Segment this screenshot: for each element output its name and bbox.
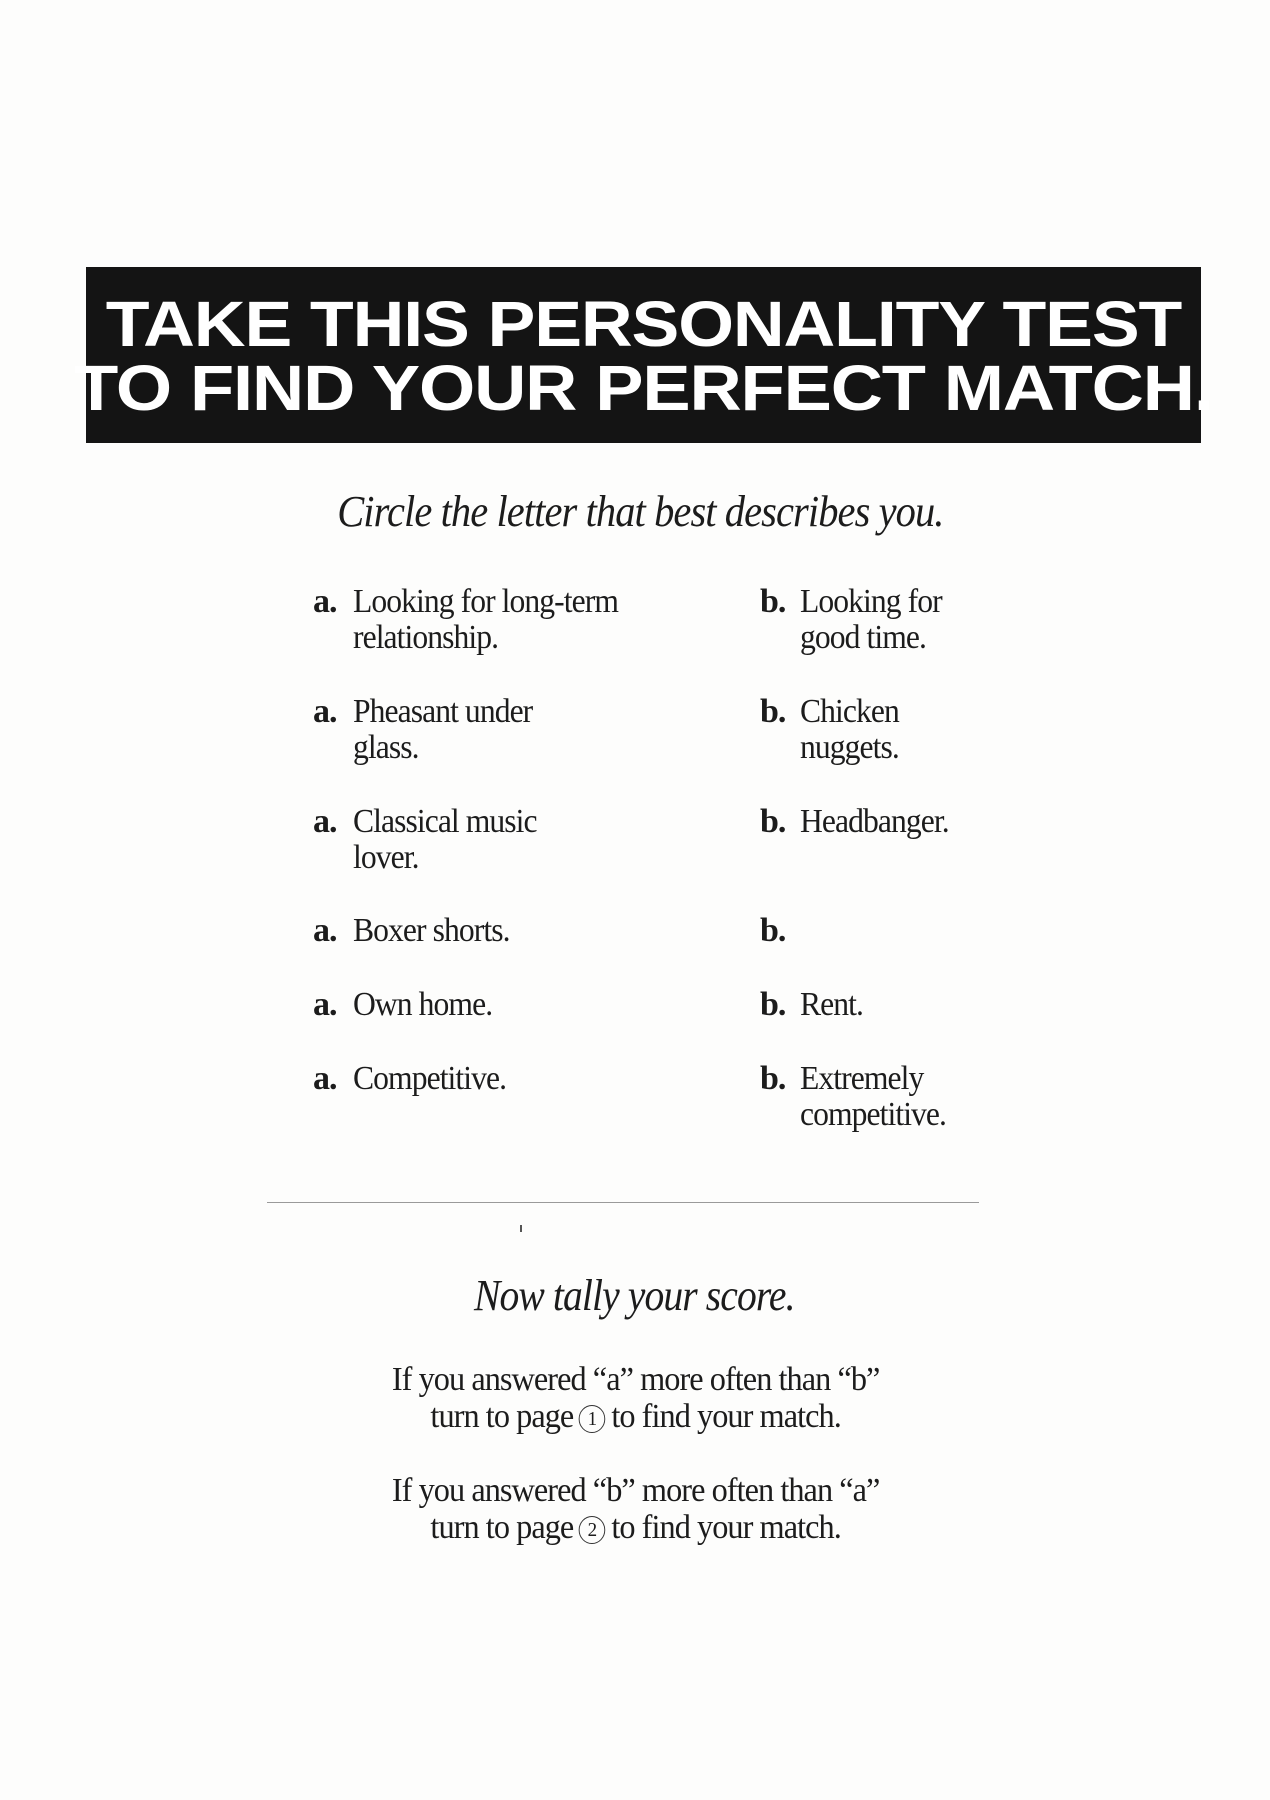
- option-text: Classical music lover.: [353, 803, 538, 876]
- result-b-line-2: turn to page 2 to find your match.: [32, 1509, 1239, 1546]
- result-a-condition: If you answered “a” more often than “b”: [391, 1361, 881, 1398]
- option-text: Headbanger.: [800, 803, 950, 840]
- result-a-prefix: turn to page: [430, 1398, 574, 1435]
- option-letter: b.: [760, 803, 786, 840]
- result-a-line-2: turn to page 1 to find your match.: [32, 1398, 1239, 1435]
- tally-heading: Now tally your score.: [473, 1271, 796, 1320]
- option-text: Competitive.: [353, 1060, 507, 1097]
- result-b-condition: If you answered “b” more often than “a”: [391, 1472, 881, 1509]
- result-b-prefix: turn to page: [430, 1509, 574, 1546]
- option-text: Boxer shorts.: [353, 912, 510, 949]
- divider-mark: [520, 1225, 522, 1232]
- option-letter: a.: [313, 986, 337, 1023]
- option-text: Pheasant under glass.: [353, 693, 533, 766]
- option-letter: b.: [760, 986, 786, 1023]
- option-text: Chicken nuggets.: [800, 693, 900, 766]
- option-text: Rent.: [800, 986, 864, 1023]
- option-letter: b.: [760, 583, 786, 620]
- section-divider: [267, 1202, 979, 1203]
- option-text: Own home.: [353, 986, 493, 1023]
- option-letter: a.: [313, 583, 337, 620]
- option-letter: a.: [313, 912, 337, 949]
- option-text: Extremely competitive.: [800, 1060, 947, 1133]
- option-text: Looking for good time.: [800, 583, 943, 656]
- result-b-line-1: If you answered “b” more often than “a”: [32, 1472, 1239, 1509]
- option-letter: a.: [313, 803, 337, 840]
- result-b-suffix: to find your match.: [611, 1509, 841, 1546]
- option-letter: b.: [760, 693, 786, 730]
- option-text: Looking for long-term relationship.: [353, 583, 619, 656]
- result-a-suffix: to find your match.: [611, 1398, 841, 1435]
- page-1-circle: 1: [579, 1405, 606, 1433]
- page-2-circle: 2: [579, 1516, 606, 1544]
- option-letter: b.: [760, 912, 786, 949]
- result-a-line-1: If you answered “a” more often than “b”: [32, 1361, 1239, 1398]
- option-letter: a.: [313, 1060, 337, 1097]
- question-list: a. Looking for long-term relationship. b…: [0, 0, 1270, 1200]
- option-letter: b.: [760, 1060, 786, 1097]
- option-letter: a.: [313, 693, 337, 730]
